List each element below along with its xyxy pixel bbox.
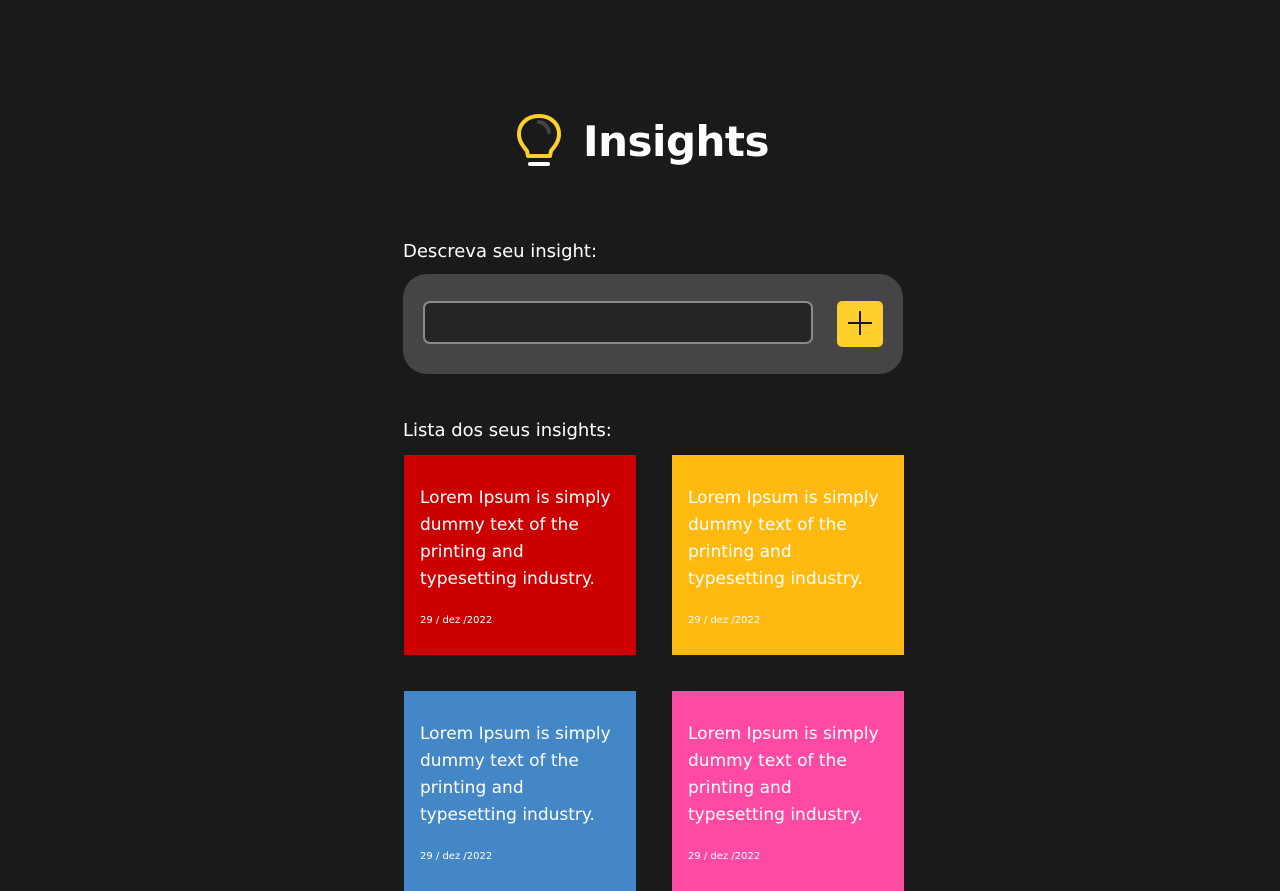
insight-card[interactable]: Lorem Ipsum is simply dummy text of the …	[672, 691, 904, 891]
insight-text: Lorem Ipsum is simply dummy text of the …	[420, 724, 611, 825]
insight-text: Lorem Ipsum is simply dummy text of the …	[420, 488, 611, 589]
list-label: Lista dos seus insights:	[403, 420, 612, 441]
insight-date: 29 / dez /2022	[688, 615, 761, 626]
insight-text: Lorem Ipsum is simply dummy text of the …	[688, 488, 879, 589]
form-label: Descreva seu insight:	[403, 241, 598, 262]
insight-text: Lorem Ipsum is simply dummy text of the …	[688, 724, 879, 825]
plus-icon	[847, 310, 873, 339]
insight-card[interactable]: Lorem Ipsum is simply dummy text of the …	[672, 455, 904, 655]
insight-date: 29 / dez /2022	[688, 851, 761, 862]
insight-input[interactable]	[423, 301, 813, 344]
page-title: Insights	[583, 117, 769, 166]
lightbulb-icon	[515, 112, 563, 172]
insight-card[interactable]: Lorem Ipsum is simply dummy text of the …	[404, 455, 636, 655]
insight-date: 29 / dez /2022	[420, 615, 493, 626]
insight-card[interactable]: Lorem Ipsum is simply dummy text of the …	[404, 691, 636, 891]
header-inner: Insights	[515, 112, 769, 172]
insight-form	[403, 274, 903, 374]
add-insight-button[interactable]	[837, 301, 883, 347]
insight-date: 29 / dez /2022	[420, 851, 493, 862]
page-header: Insights	[0, 112, 1280, 172]
